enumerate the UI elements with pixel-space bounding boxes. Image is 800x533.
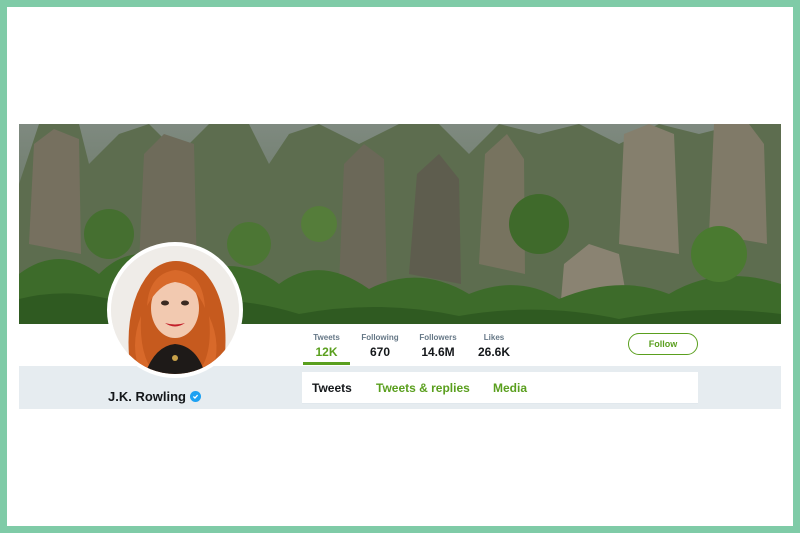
tab-media[interactable]: Media <box>493 381 527 395</box>
stat-value: 26.6K <box>477 345 511 359</box>
stat-likes[interactable]: Likes 26.6K <box>472 333 516 359</box>
tab-tweets-replies[interactable]: Tweets & replies <box>376 381 470 395</box>
stat-label: Likes <box>483 333 505 342</box>
active-stat-underline <box>303 362 350 365</box>
tab-tweets[interactable]: Tweets <box>312 381 352 395</box>
stat-label: Followers <box>419 333 457 342</box>
stat-label: Tweets <box>313 333 340 342</box>
timeline-tabs: Tweets Tweets & replies Media <box>302 372 698 404</box>
profile-avatar[interactable] <box>107 242 243 378</box>
profile-name: J.K. Rowling <box>108 389 201 404</box>
stat-value: 14.6M <box>421 345 455 359</box>
follow-button[interactable]: Follow <box>628 333 698 355</box>
stat-tweets[interactable]: Tweets 12K <box>303 333 350 359</box>
stat-label: Following <box>361 333 399 342</box>
stat-following[interactable]: Following 670 <box>356 333 404 359</box>
stat-value: 12K <box>315 345 338 359</box>
stat-value: 670 <box>369 345 391 359</box>
stat-followers[interactable]: Followers 14.6M <box>413 333 463 359</box>
verified-badge-icon <box>190 391 201 402</box>
profile-name-text: J.K. Rowling <box>108 389 186 404</box>
